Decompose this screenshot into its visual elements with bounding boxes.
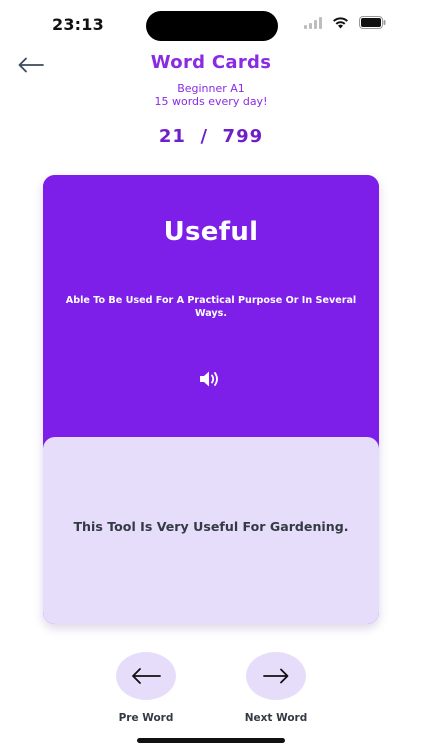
wifi-icon <box>333 16 348 28</box>
level-label: Beginner A1 <box>177 82 245 95</box>
daily-goal-label: 15 words every day! <box>154 95 268 108</box>
word-card[interactable]: Useful Able To Be Used For A Practical P… <box>43 175 379 624</box>
arrow-right-icon <box>263 668 289 684</box>
pronounce-button[interactable] <box>197 368 223 390</box>
dynamic-island <box>146 11 278 41</box>
speaker-icon <box>200 371 218 387</box>
home-indicator[interactable] <box>137 738 285 743</box>
next-word-button[interactable] <box>246 652 306 700</box>
word-definition: Able To Be Used For A Practical Purpose … <box>65 295 357 319</box>
word-card-front: Useful Able To Be Used For A Practical P… <box>43 175 379 437</box>
word-card-example-panel: This Tool Is Very Useful For Gardening. <box>43 437 379 624</box>
signal-icon <box>304 16 322 29</box>
previous-word-button[interactable] <box>116 652 176 700</box>
battery-icon <box>359 16 386 29</box>
word-counter: 21 / 799 <box>158 126 264 147</box>
status-time: 23:13 <box>52 15 104 34</box>
arrow-left-icon <box>132 668 161 684</box>
previous-word-label: Pre Word <box>118 712 174 724</box>
word-text: Useful <box>163 217 259 247</box>
next-word-label: Next Word <box>244 712 308 724</box>
status-bar: 23:13 <box>0 0 422 50</box>
page-title: Word Cards <box>150 52 272 73</box>
page-subtitle: Beginner A1 15 words every day! <box>0 82 422 108</box>
example-sentence: This Tool Is Very Useful For Gardening. <box>73 519 349 534</box>
status-icons <box>304 16 386 29</box>
